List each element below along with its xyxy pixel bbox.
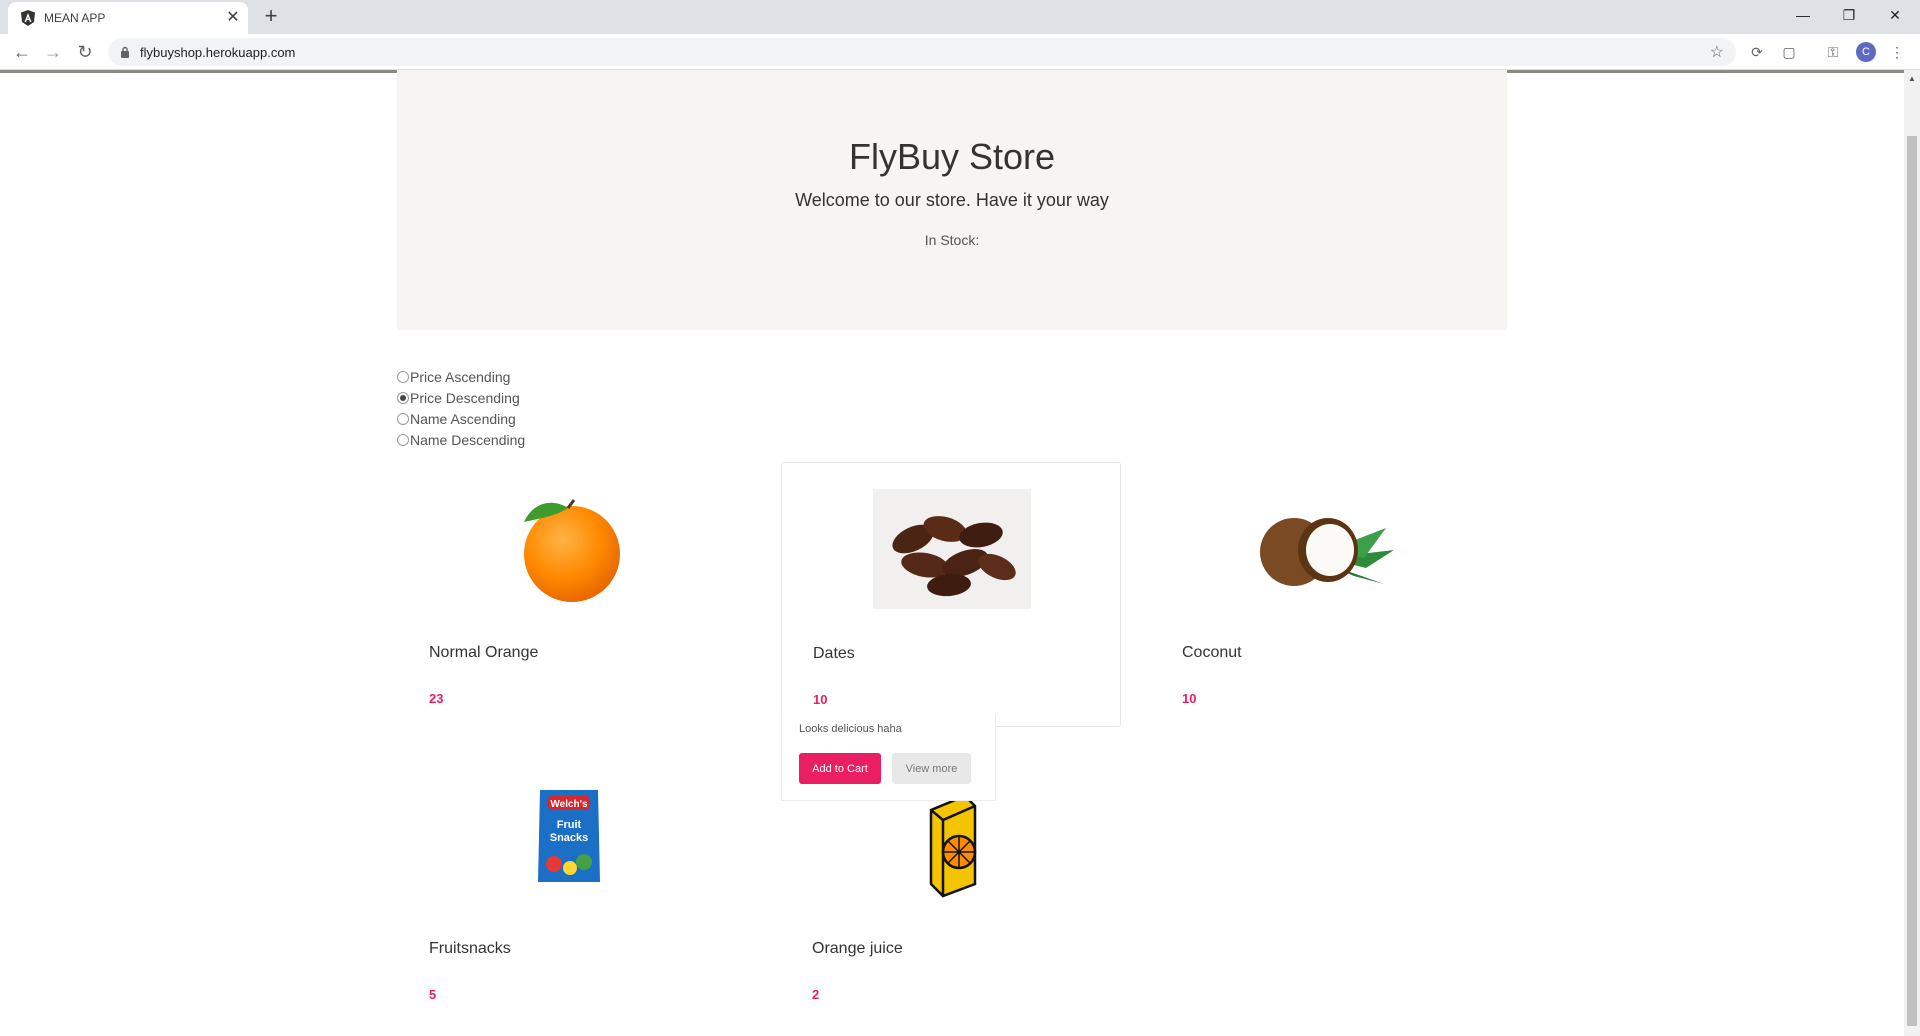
product-name[interactable]: Coconut bbox=[1182, 644, 1242, 662]
new-tab-icon[interactable]: + bbox=[258, 4, 284, 30]
store-header: FlyBuy Store Welcome to our store. Have … bbox=[397, 70, 1507, 330]
sort-option-label: Name Ascending bbox=[410, 410, 516, 427]
extension-icon[interactable]: ▢ bbox=[1778, 41, 1800, 63]
product-card[interactable]: Normal Orange 23 bbox=[398, 462, 738, 728]
view-more-button[interactable]: View more bbox=[892, 753, 971, 784]
close-tab-icon[interactable]: ✕ bbox=[224, 9, 242, 27]
store-welcome: Welcome to our store. Have it your way bbox=[795, 190, 1109, 210]
menu-kebab-icon[interactable]: ⋮ bbox=[1886, 41, 1908, 63]
sort-name-descending[interactable]: Name Descending bbox=[397, 429, 525, 450]
sort-options: Price Ascending Price Descending Name As… bbox=[397, 366, 525, 450]
lock-icon bbox=[121, 46, 129, 58]
product-image bbox=[1151, 488, 1491, 608]
product-price: 2 bbox=[812, 987, 820, 1002]
radio-price-descending[interactable] bbox=[397, 391, 409, 404]
coconut-image bbox=[1260, 518, 1394, 586]
sort-option-label: Name Descending bbox=[410, 431, 526, 448]
product-name[interactable]: Orange juice bbox=[812, 940, 903, 958]
profile-avatar[interactable]: C bbox=[1856, 42, 1876, 62]
radio-name-ascending[interactable] bbox=[397, 412, 409, 425]
reload-icon[interactable]: ↻ bbox=[73, 40, 97, 64]
extension-sync-icon[interactable]: ⟳ bbox=[1746, 41, 1768, 63]
dates-image bbox=[873, 489, 1031, 609]
product-name[interactable]: Normal Orange bbox=[429, 644, 538, 662]
product-price: 5 bbox=[429, 987, 437, 1002]
tab-title: MEAN APP bbox=[44, 11, 106, 25]
sort-name-ascending[interactable]: Name Ascending bbox=[397, 408, 525, 429]
product-image bbox=[782, 489, 1122, 609]
product-hover-popover: Looks delicious haha Add to Cart View mo… bbox=[781, 715, 996, 801]
orange-image bbox=[524, 499, 620, 602]
page-scrollbar[interactable]: ▲ bbox=[1904, 70, 1920, 1036]
juice-box-image bbox=[929, 784, 977, 898]
sort-option-label: Price Ascending bbox=[410, 368, 511, 385]
svg-text:Snacks: Snacks bbox=[550, 832, 589, 844]
radio-price-ascending[interactable] bbox=[397, 370, 409, 383]
scroll-up-arrow-icon[interactable]: ▲ bbox=[1908, 74, 1916, 83]
product-description: Looks delicious haha bbox=[799, 723, 902, 735]
product-image bbox=[781, 784, 1121, 904]
angular-icon bbox=[21, 10, 35, 26]
product-price: 10 bbox=[813, 692, 828, 707]
bookmark-star-icon[interactable]: ☆ bbox=[1710, 42, 1724, 62]
url-text: flybuyshop.herokuapp.com bbox=[140, 45, 296, 60]
product-image bbox=[398, 488, 738, 608]
restore-icon[interactable]: ❐ bbox=[1826, 0, 1872, 30]
product-card[interactable]: Welch's Fruit Snacks Fruitsnacks 5 bbox=[398, 758, 738, 1024]
password-key-icon[interactable]: ⚿ bbox=[1822, 41, 1844, 63]
scroll-thumb[interactable] bbox=[1907, 136, 1917, 1026]
address-bar[interactable]: flybuyshop.herokuapp.com ☆ bbox=[108, 38, 1736, 66]
minimize-icon[interactable]: — bbox=[1780, 0, 1826, 30]
browser-toolbar: ← → ↻ flybuyshop.herokuapp.com ☆ ⟳ ▢ ⚿ C… bbox=[0, 34, 1920, 70]
add-to-cart-button[interactable]: Add to Cart bbox=[799, 753, 881, 784]
tab-strip: MEAN APP ✕ + — ❐ ✕ bbox=[0, 0, 1920, 34]
forward-icon[interactable]: → bbox=[41, 40, 65, 64]
svg-text:Fruit: Fruit bbox=[557, 819, 582, 831]
in-stock-label: In Stock: bbox=[924, 232, 980, 248]
product-price: 10 bbox=[1182, 691, 1197, 706]
svg-text:Welch's: Welch's bbox=[550, 799, 588, 810]
browser-tab[interactable]: MEAN APP ✕ bbox=[8, 2, 248, 34]
sort-price-ascending[interactable]: Price Ascending bbox=[397, 366, 525, 387]
back-icon[interactable]: ← bbox=[10, 40, 34, 64]
page-viewport: FlyBuy Store Welcome to our store. Have … bbox=[0, 70, 1904, 1036]
product-name[interactable]: Dates bbox=[813, 645, 855, 663]
product-card-hovered[interactable]: Dates 10 bbox=[781, 462, 1121, 727]
sort-price-descending[interactable]: Price Descending bbox=[397, 387, 525, 408]
product-image: Welch's Fruit Snacks bbox=[398, 784, 738, 904]
fruit-snacks-bag-image: Welch's Fruit Snacks bbox=[538, 790, 600, 882]
product-card[interactable]: Coconut 10 bbox=[1151, 462, 1491, 728]
product-name[interactable]: Fruitsnacks bbox=[429, 940, 511, 958]
close-window-icon[interactable]: ✕ bbox=[1872, 0, 1918, 30]
store-title: FlyBuy Store bbox=[848, 136, 1056, 177]
radio-name-descending[interactable] bbox=[397, 433, 409, 446]
sort-option-label: Price Descending bbox=[410, 389, 520, 406]
product-price: 23 bbox=[429, 691, 444, 706]
